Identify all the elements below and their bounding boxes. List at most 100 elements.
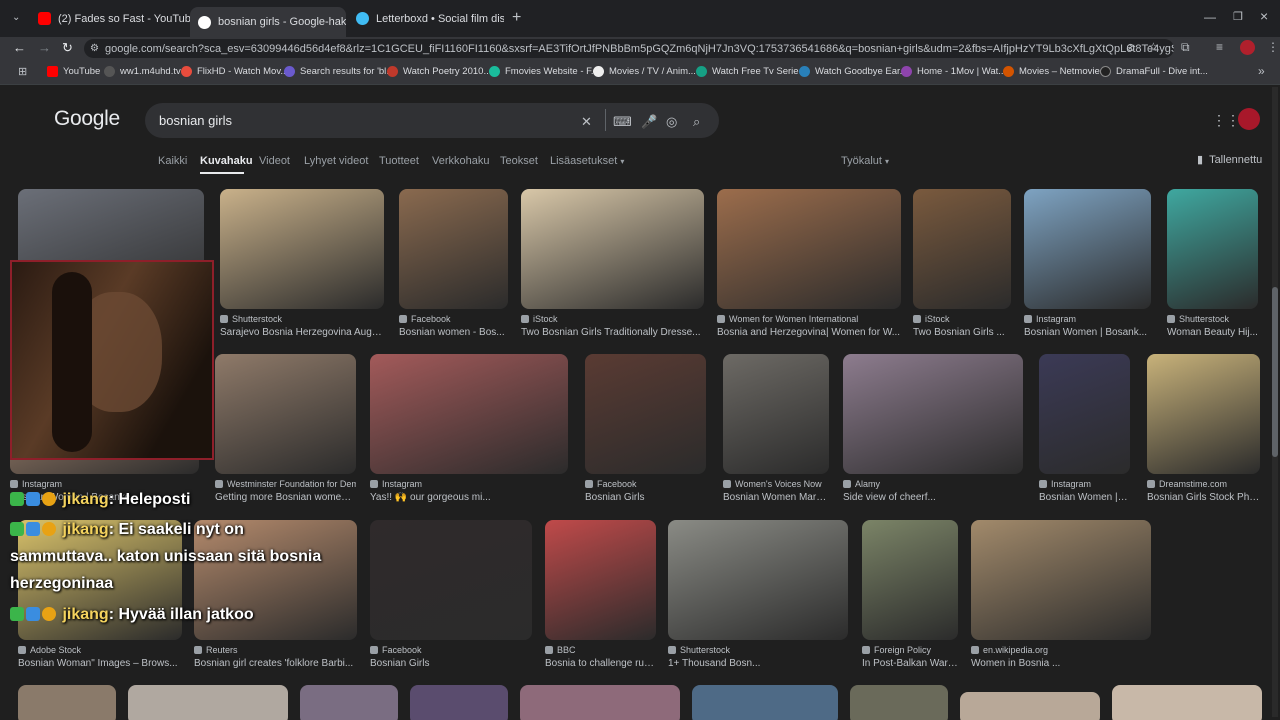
reload-button[interactable]: ↻: [62, 40, 73, 56]
google-logo[interactable]: Google: [54, 107, 120, 131]
bookmark-item[interactable]: Watch Poetry 2010...: [387, 66, 491, 77]
result-title[interactable]: Bosnian girl creates 'folklore Barbi...: [194, 658, 357, 669]
bookmark-item[interactable]: Search results for 'bl...: [284, 66, 394, 77]
keyboard-icon[interactable]: ⌨: [613, 114, 632, 130]
bookmark-item[interactable]: Home - 1Mov | Wat...: [901, 66, 1006, 77]
image-result[interactable]: Instagram Bosnian Women | Bosank...: [1024, 189, 1151, 338]
image-thumbnail[interactable]: [717, 189, 901, 309]
bookmark-item[interactable]: Watch Goodbye Ear...: [799, 66, 908, 77]
image-thumbnail[interactable]: [862, 520, 958, 640]
image-thumbnail[interactable]: [1147, 354, 1260, 474]
result-title[interactable]: Bosnian Girls: [370, 658, 532, 669]
image-thumbnail[interactable]: [960, 692, 1100, 720]
result-title[interactable]: Bosnian Women | Bosank...: [1024, 327, 1151, 338]
image-thumbnail[interactable]: [1024, 189, 1151, 309]
tab-youtube[interactable]: (2) Fades so Fast - YouTube 🔈 ×: [30, 6, 190, 31]
result-title[interactable]: Bosnia to challenge ruling clearing Ser.…: [545, 658, 656, 669]
bookmark-item[interactable]: Watch Free Tv Serie...: [696, 66, 807, 77]
image-result[interactable]: Instagram Bosnian Women | Bos...: [1039, 354, 1130, 503]
result-title[interactable]: Bosnian Girls Stock Photos - Free...: [1147, 492, 1260, 503]
more-bookmarks-icon[interactable]: »: [1258, 64, 1265, 78]
image-thumbnail[interactable]: [521, 189, 704, 309]
bookmark-star-icon[interactable]: ☆: [1148, 40, 1159, 54]
image-thumbnail[interactable]: [971, 520, 1151, 640]
new-tab-button[interactable]: +: [512, 9, 521, 27]
result-title[interactable]: Two Bosnian Girls Traditionally Dresse..…: [521, 327, 704, 338]
microphone-icon[interactable]: 🎤: [641, 114, 657, 130]
scrollbar-thumb[interactable]: [1272, 287, 1278, 457]
result-title[interactable]: Sarajevo Bosnia Herzegovina Augu...: [220, 327, 384, 338]
address-bar[interactable]: ⚙ google.com/search?sca_esv=63099446d56d…: [84, 39, 1174, 58]
image-result[interactable]: Shutterstock 1+ Thousand Bosn...: [668, 520, 848, 669]
image-thumbnail[interactable]: [850, 685, 948, 720]
forward-button[interactable]: →: [38, 40, 51, 55]
image-thumbnail[interactable]: [585, 354, 706, 474]
image-result[interactable]: Alamy Side view of cheerf...: [843, 354, 1023, 503]
image-result[interactable]: Facebook Bosnian women - Bos...: [399, 189, 508, 338]
close-window-button[interactable]: ×: [1260, 8, 1268, 24]
eye-off-icon[interactable]: ⊘: [1126, 41, 1135, 54]
image-thumbnail[interactable]: [399, 189, 508, 309]
image-thumbnail[interactable]: [128, 685, 288, 720]
result-title[interactable]: Yas!! 🙌 our gorgeous mi...: [370, 492, 568, 503]
tab-short-videos[interactable]: Lyhyet videot: [304, 155, 368, 167]
image-thumbnail[interactable]: [370, 520, 532, 640]
image-thumbnail[interactable]: [723, 354, 829, 474]
bookmark-item[interactable]: ww1.m4uhd.tv: [104, 66, 181, 77]
bookmark-item[interactable]: YouTube: [47, 66, 100, 77]
bookmark-item[interactable]: Movies / TV / Anim...: [593, 66, 696, 77]
image-thumbnail[interactable]: [1039, 354, 1130, 474]
bookmark-item[interactable]: DramaFull - Dive int...: [1100, 66, 1208, 77]
result-title[interactable]: Two Bosnian Girls ...: [913, 327, 1011, 338]
result-title[interactable]: 1+ Thousand Bosn...: [668, 658, 848, 669]
back-button[interactable]: ←: [13, 40, 26, 55]
saved-button[interactable]: ▮ Tallennettu: [1197, 153, 1262, 167]
avatar[interactable]: [1240, 40, 1255, 55]
bookmark-item[interactable]: FlixHD - Watch Mov...: [181, 66, 288, 77]
result-title[interactable]: Bosnian Women March to End Femici...: [723, 492, 829, 503]
scrollbar[interactable]: [1272, 87, 1278, 717]
image-result[interactable]: en.wikipedia.org Women in Bosnia ...: [971, 520, 1151, 669]
image-result[interactable]: Westminster Foundation for Democracy Gett…: [215, 354, 356, 503]
image-thumbnail[interactable]: [692, 685, 838, 720]
image-thumbnail[interactable]: [545, 520, 656, 640]
tab-search-icon[interactable]: ⌄: [12, 12, 20, 23]
menu-icon[interactable]: ⋮: [1267, 40, 1279, 54]
search-icon[interactable]: ⌕: [693, 114, 700, 130]
tab-web[interactable]: Verkkohaku: [432, 155, 489, 167]
extensions-icon[interactable]: ⧉: [1181, 40, 1190, 55]
image-result[interactable]: Facebook Bosnian Girls: [370, 520, 532, 669]
apps-icon[interactable]: ⊞: [18, 65, 27, 78]
image-result[interactable]: Shutterstock Woman Beauty Hij...: [1167, 189, 1258, 338]
result-title[interactable]: Getting more Bosnian women into politics…: [215, 492, 356, 503]
image-result[interactable]: Facebook Bosnian Girls: [585, 354, 706, 503]
tab-images[interactable]: Kuvahaku: [200, 155, 253, 167]
result-title[interactable]: Bosnian Girls: [585, 492, 706, 503]
image-result[interactable]: Shutterstock Sarajevo Bosnia Herzegovina …: [220, 189, 384, 338]
result-title[interactable]: Bosnian Women | Bos...: [1039, 492, 1130, 503]
result-title[interactable]: Bosnia and Herzegovina| Women for W...: [717, 327, 901, 338]
tools-button[interactable]: Työkalut ▾: [841, 155, 889, 167]
image-thumbnail[interactable]: [410, 685, 508, 720]
tab-all[interactable]: Kaikki: [158, 155, 187, 167]
tab-more[interactable]: Lisäasetukset ▾: [550, 155, 624, 167]
image-result[interactable]: iStock Two Bosnian Girls Traditionally Dr…: [521, 189, 704, 338]
image-thumbnail[interactable]: [913, 189, 1011, 309]
tab-google[interactable]: bosnian girls - Google-haku ×: [190, 7, 346, 37]
media-icon[interactable]: ≡: [1216, 40, 1223, 54]
image-thumbnail[interactable]: [220, 189, 384, 309]
site-info-icon[interactable]: ⚙: [90, 43, 99, 54]
image-result[interactable]: iStock Two Bosnian Girls ...: [913, 189, 1011, 338]
apps-grid-icon[interactable]: ⋮⋮: [1212, 112, 1240, 129]
image-result[interactable]: BBC Bosnia to challenge ruling clearing S…: [545, 520, 656, 669]
minimize-button[interactable]: —: [1204, 10, 1216, 24]
tab-products[interactable]: Tuotteet: [379, 155, 419, 167]
bookmark-item[interactable]: Fmovies Website - F...: [489, 66, 599, 77]
image-result[interactable]: Women for Women International Bosnia and …: [717, 189, 901, 338]
image-result[interactable]: Foreign Policy In Post-Balkan Wars Bosnia…: [862, 520, 958, 669]
tab-works[interactable]: Teokset: [500, 155, 538, 167]
restore-button[interactable]: ❐: [1233, 10, 1243, 23]
image-thumbnail[interactable]: [520, 685, 680, 720]
image-thumbnail[interactable]: [18, 685, 116, 720]
account-avatar[interactable]: [1238, 108, 1260, 130]
